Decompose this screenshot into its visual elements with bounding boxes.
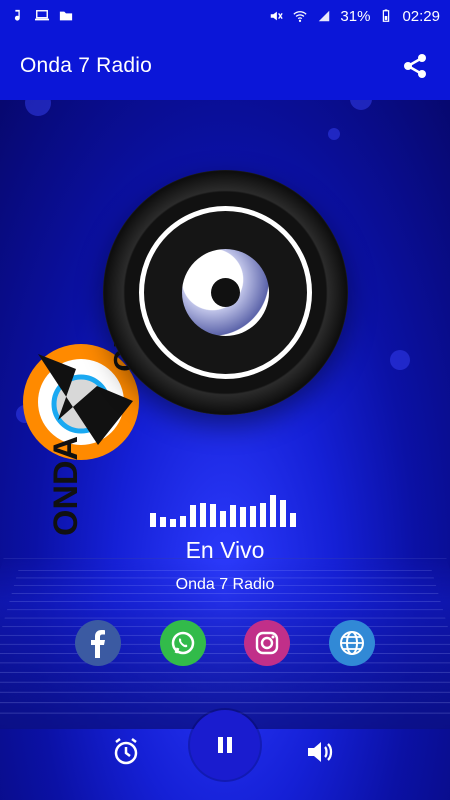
mute-icon	[268, 9, 284, 23]
equalizer	[150, 493, 300, 527]
instagram-icon	[253, 629, 281, 657]
website-button[interactable]	[329, 620, 375, 666]
pause-icon	[213, 733, 237, 757]
instagram-button[interactable]	[244, 620, 290, 666]
social-links	[75, 620, 375, 666]
alarm-icon	[110, 736, 142, 768]
folder-icon	[58, 9, 74, 23]
whatsapp-button[interactable]	[160, 620, 206, 666]
facebook-icon	[86, 628, 110, 658]
page-title: Onda 7 Radio	[20, 54, 152, 78]
vinyl-disc	[103, 170, 348, 415]
volume-button[interactable]	[302, 734, 338, 770]
whatsapp-icon	[169, 629, 197, 657]
player-stage: RADIO ONDA En Vivo Onda 7 Radio	[0, 100, 450, 800]
laptop-icon	[34, 9, 50, 23]
player-controls	[0, 710, 450, 800]
alarm-button[interactable]	[108, 734, 144, 770]
logo-onda-text: ONDA	[47, 436, 85, 536]
station-name: Onda 7 Radio	[0, 576, 450, 594]
status-left	[10, 9, 74, 23]
signal-icon	[316, 9, 332, 23]
share-icon[interactable]	[400, 51, 430, 81]
status-title: En Vivo	[0, 537, 450, 564]
app-bar: Onda 7 Radio	[0, 32, 450, 100]
play-pause-button[interactable]	[190, 710, 260, 780]
battery-text: 31%	[340, 8, 370, 25]
volume-icon	[305, 737, 335, 767]
status-bar: 31% 02:29	[0, 0, 450, 32]
battery-icon	[378, 9, 394, 23]
music-note-icon	[10, 9, 26, 23]
wifi-icon	[292, 9, 308, 23]
globe-icon	[338, 629, 366, 657]
facebook-button[interactable]	[75, 620, 121, 666]
clock-text: 02:29	[402, 8, 440, 25]
status-right: 31% 02:29	[268, 8, 440, 25]
